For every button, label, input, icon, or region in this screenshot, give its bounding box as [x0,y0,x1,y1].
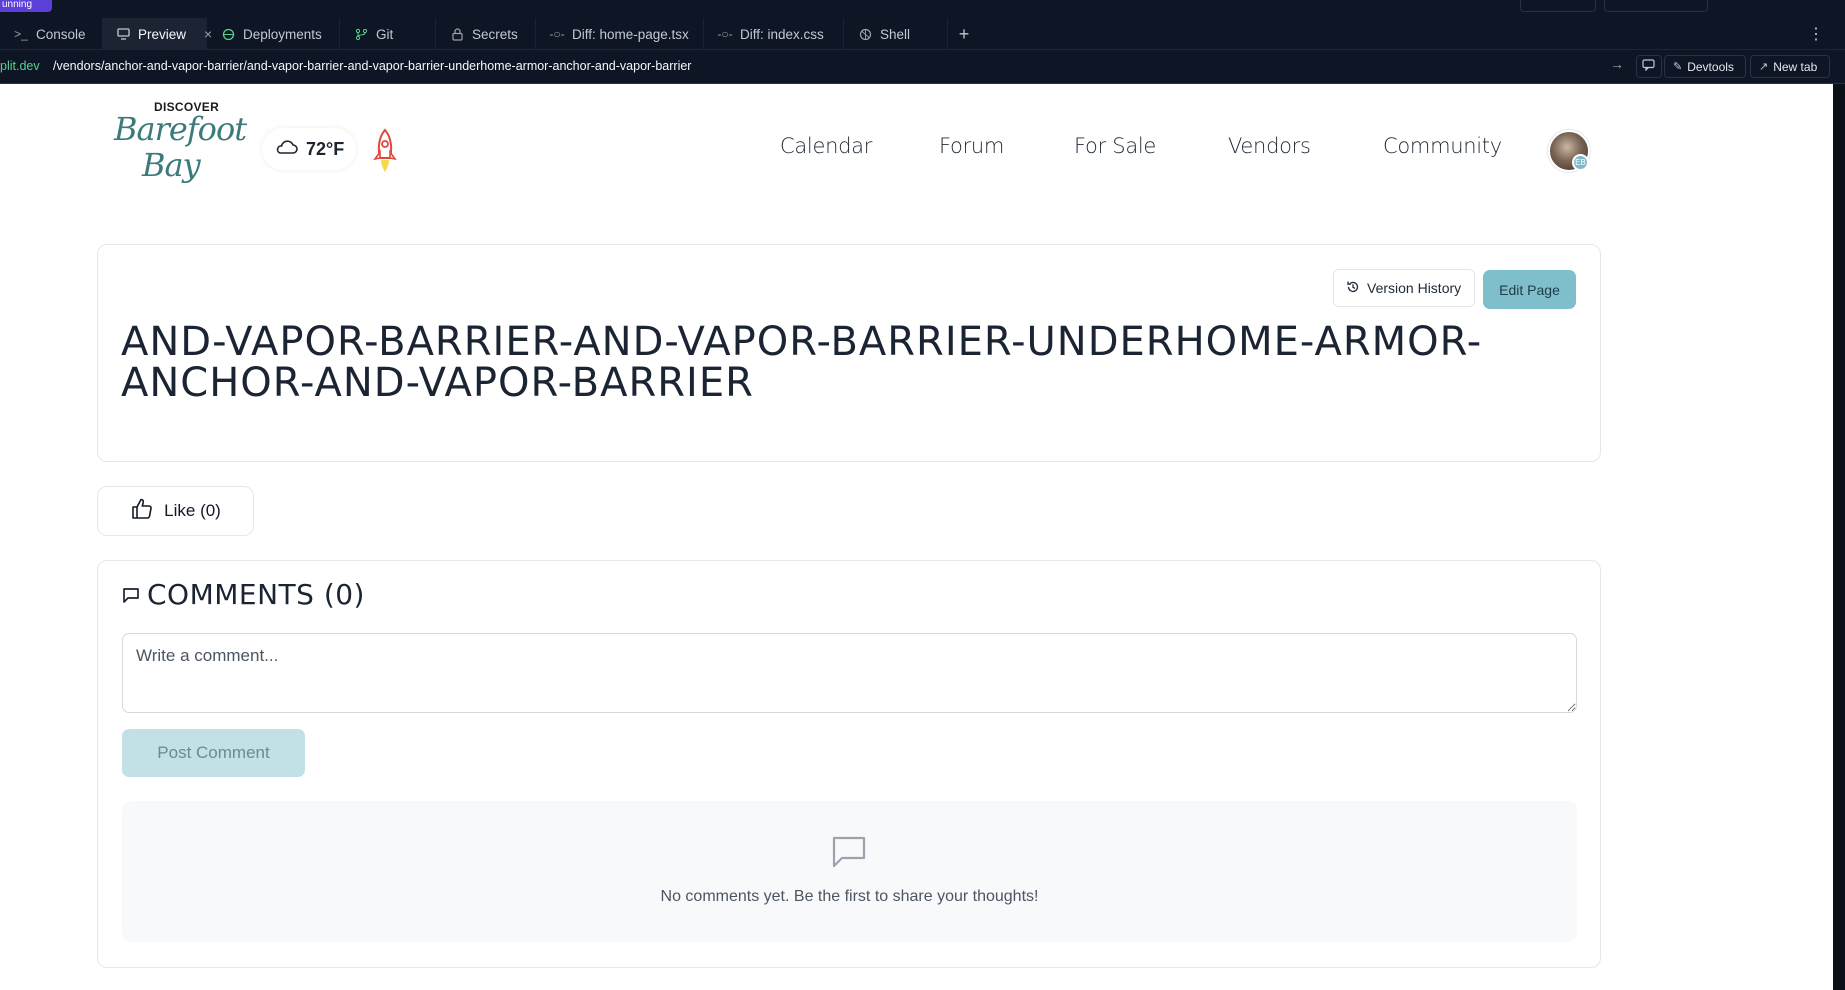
tab-label: Git [376,26,394,42]
comment-input[interactable] [122,633,1577,713]
add-tab-button[interactable]: + [948,18,980,50]
like-button[interactable]: Like (0) [97,486,254,536]
tab-console[interactable]: >_ Console [0,18,103,50]
ide-top-strip: unning [0,0,1845,18]
wrench-icon: ✎ [1673,61,1683,73]
redeploy-button[interactable] [1604,0,1708,12]
nav-for-sale[interactable]: For Sale [1074,134,1156,158]
empty-comments-text: No comments yet. Be the first to share y… [660,888,1039,905]
rocket-icon[interactable] [372,128,398,176]
git-branch-icon [354,27,368,41]
post-comment-button[interactable]: Post Comment [122,729,305,777]
preview-url-bar: plit.dev /vendors/anchor-and-vapor-barri… [0,50,1845,84]
devtools-button[interactable]: ✎ Devtools [1664,55,1746,78]
git-commit-icon: -○- [549,27,565,41]
window-edge [1833,84,1845,990]
tab-label: Shell [880,26,911,42]
ide-tab-bar: >_ Console Preview × Deployments Git Sec… [0,18,1845,50]
empty-comments-panel [122,801,1577,942]
new-tab-label: New tab [1773,59,1818,74]
nav-community[interactable]: Community [1383,134,1502,158]
run-status-pill[interactable]: unning [0,0,52,12]
weather-temperature: 72°F [306,138,345,159]
devtools-label: Devtools [1687,59,1734,74]
monitor-icon [117,27,130,41]
edit-page-button[interactable]: Edit Page [1483,270,1576,309]
tab-label: Secrets [472,26,518,42]
message-square-icon [122,578,140,611]
tab-label: Deployments [243,26,322,42]
external-link-icon: ↗ [1759,61,1769,73]
tab-label: Diff: index.css [740,26,824,42]
invite-button[interactable] [1520,0,1596,12]
logo-script-line1: Barefoot [114,110,247,148]
preview-chat-button[interactable] [1636,55,1662,78]
tab-diff-index-css[interactable]: -○- Diff: index.css [704,18,844,50]
nav-calendar[interactable]: Calendar [780,134,872,158]
tab-diff-home-page[interactable]: -○- Diff: home-page.tsx [536,18,704,50]
message-square-icon [831,835,867,869]
like-label: Like (0) [164,501,221,520]
version-history-label: Version History [1367,280,1462,296]
avatar-badge: EB [1572,154,1589,171]
nav-vendors[interactable]: Vendors [1228,134,1311,158]
url-path-input[interactable]: /vendors/anchor-and-vapor-barrier/and-va… [53,59,691,73]
globe-icon [221,27,235,41]
thumbs-up-icon [130,497,154,526]
tab-secrets[interactable]: Secrets [436,18,536,50]
arrow-right-icon[interactable]: → [1610,56,1624,72]
lock-icon [450,27,464,41]
logo-script-line2: Bay [142,146,201,184]
weather-widget: 72°F [262,128,357,170]
tab-label: Preview [138,26,187,42]
history-icon [1346,280,1360,297]
tab-shell[interactable]: Shell [844,18,948,50]
tab-label: Console [36,26,86,42]
version-history-button[interactable]: Version History [1333,269,1475,307]
nav-forum[interactable]: Forum [939,134,1004,158]
comments-heading: COMMENTS (0) [122,578,365,611]
new-tab-button[interactable]: ↗ New tab [1750,55,1830,78]
shell-icon [858,27,872,41]
run-status-label: unning [2,0,33,10]
git-commit-icon: -○- [717,27,733,41]
tab-deployments[interactable]: Deployments [207,18,340,50]
tab-label: Diff: home-page.tsx [572,26,689,42]
cloud-icon [274,139,298,160]
site-logo[interactable]: DISCOVER Barefoot Bay [112,100,247,190]
message-icon [1642,59,1655,74]
comments-heading-text: COMMENTS (0) [147,578,365,611]
url-domain[interactable]: plit.dev [0,59,40,73]
page-title: AND-VAPOR-BARRIER-AND-VAPOR-BARRIER-UNDE… [121,319,1483,406]
terminal-icon: >_ [14,27,28,41]
tab-git[interactable]: Git [340,18,436,50]
tab-preview[interactable]: Preview × [103,18,212,50]
more-menu-icon[interactable]: ⋮ [1808,24,1824,44]
